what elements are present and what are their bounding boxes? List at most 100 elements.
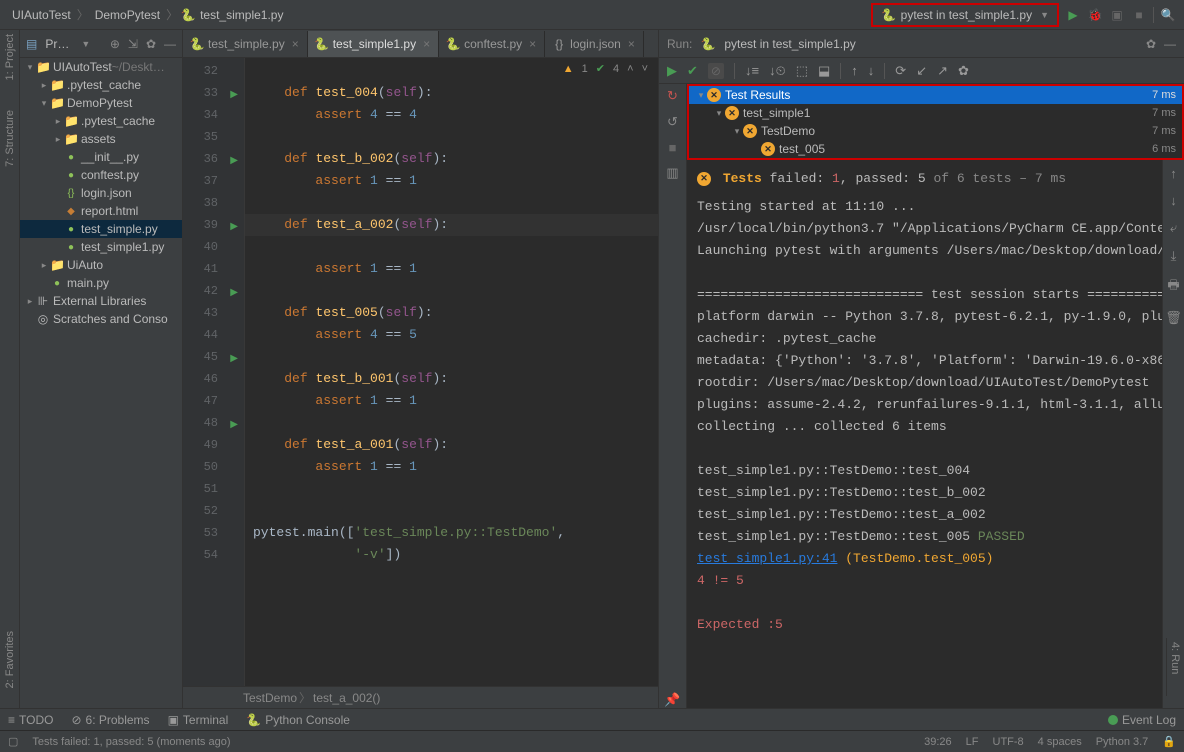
tree-row[interactable]: {}login.json xyxy=(20,184,182,202)
project-panel-title[interactable]: Pr… xyxy=(45,37,69,51)
breadcrumb-class[interactable]: TestDemo xyxy=(243,691,297,705)
editor-breadcrumbs[interactable]: TestDemo 〉 test_a_002() xyxy=(183,686,658,708)
prev-failed-icon[interactable]: ↑ xyxy=(851,63,858,78)
todo-tool-button[interactable]: ≡TODO xyxy=(8,713,53,727)
python-console-tool-button[interactable]: 🐍Python Console xyxy=(246,713,350,727)
terminal-tool-button[interactable]: ▣Terminal xyxy=(168,713,229,727)
test-results-tree[interactable]: ▾✕Test Results7 ms▾✕test_simple17 ms▾✕Te… xyxy=(687,84,1184,160)
tree-arrow-icon[interactable]: ▸ xyxy=(52,134,64,145)
test-tree-row[interactable]: ▾✕test_simple17 ms xyxy=(689,104,1182,122)
sort-by-duration-icon[interactable]: ↓⏲ xyxy=(769,63,786,79)
sort-alphabetically-icon[interactable]: ↓≡ xyxy=(745,63,759,78)
settings-icon[interactable]: ✿ xyxy=(146,37,156,51)
export-tests-icon[interactable]: ↗ xyxy=(937,63,948,79)
hide-icon[interactable]: — xyxy=(1164,37,1176,51)
editor-code[interactable]: def test_004(self): assert 4 == 4 def te… xyxy=(245,58,658,686)
pin-icon[interactable]: 📌 xyxy=(664,692,680,708)
run-with-coverage-button[interactable]: ▣ xyxy=(1109,7,1125,23)
event-log-button[interactable]: Event Log xyxy=(1108,713,1176,727)
scroll-to-end-icon[interactable]: ⤓ xyxy=(1171,248,1177,264)
close-icon[interactable]: × xyxy=(423,37,430,51)
tree-row[interactable]: ▾📁UIAutoTest ~/Deskt… xyxy=(20,58,182,76)
tree-row[interactable]: ●conftest.py xyxy=(20,166,182,184)
tree-arrow-icon[interactable]: ▾ xyxy=(38,98,50,109)
project-tool-tab[interactable]: 1: Project xyxy=(4,34,16,80)
run-configuration-selector[interactable]: 🐍 pytest in test_simple1.py ▼ xyxy=(871,3,1059,27)
soft-wrap-icon[interactable]: ⤶ xyxy=(1170,220,1177,236)
status-bar-icon[interactable]: ▢ xyxy=(8,735,18,748)
editor-tab[interactable]: 🐍conftest.py× xyxy=(439,31,545,57)
breadcrumb-file[interactable]: test_simple1.py xyxy=(196,8,287,22)
editor[interactable]: 3233▶343536▶373839▶404142▶434445▶464748▶… xyxy=(183,58,658,686)
problems-tool-button[interactable]: ⊘6: Problems xyxy=(71,713,149,727)
select-opened-file-icon[interactable]: ⊕ xyxy=(110,37,120,51)
editor-tab[interactable]: 🐍test_simple1.py× xyxy=(308,31,439,57)
stop-button[interactable]: ■ xyxy=(1131,7,1147,23)
breadcrumb-function[interactable]: test_a_002() xyxy=(313,691,380,705)
hide-icon[interactable]: — xyxy=(164,37,176,51)
inspections-widget[interactable]: ▲1 ✔4 ˄ ˅ xyxy=(563,62,648,75)
tree-row[interactable]: ▾📁DemoPytest xyxy=(20,94,182,112)
tree-row[interactable]: ▸📁UiAuto xyxy=(20,256,182,274)
tree-arrow-icon[interactable]: ▾ xyxy=(695,90,707,101)
tree-arrow-icon[interactable]: ▸ xyxy=(52,116,64,127)
close-icon[interactable]: × xyxy=(292,37,299,51)
close-icon[interactable]: × xyxy=(529,37,536,51)
settings-icon[interactable]: ✿ xyxy=(1146,37,1156,51)
indent-settings[interactable]: 4 spaces xyxy=(1038,736,1082,748)
clear-all-icon[interactable]: 🗑 xyxy=(1165,310,1182,326)
layout-icon[interactable]: ▥ xyxy=(666,165,678,181)
test-tree-row[interactable]: ▾✕TestDemo7 ms xyxy=(689,122,1182,140)
debug-button[interactable]: 🐞 xyxy=(1087,7,1103,23)
editor-tab[interactable]: {}login.json× xyxy=(545,31,644,57)
collapse-all-icon[interactable]: ⬓ xyxy=(818,63,830,79)
next-failed-icon[interactable]: ↓ xyxy=(868,63,875,78)
tree-row[interactable]: ◎Scratches and Conso xyxy=(20,310,182,328)
expand-all-icon[interactable]: ⇲ xyxy=(128,37,138,51)
scroll-down-icon[interactable]: ↓ xyxy=(1170,193,1177,208)
favorites-tool-tab[interactable]: 2: Favorites xyxy=(4,631,16,688)
test-history-icon[interactable]: ⟳ xyxy=(895,63,906,79)
tree-arrow-icon[interactable]: ▸ xyxy=(38,260,50,271)
breadcrumb-root[interactable]: UIAutoTest xyxy=(8,8,75,22)
run-button[interactable]: ▶ xyxy=(1065,7,1081,23)
tree-row[interactable]: ▸⊪External Libraries xyxy=(20,292,182,310)
tree-row[interactable]: ▸📁.pytest_cache xyxy=(20,112,182,130)
close-icon[interactable]: × xyxy=(628,37,635,51)
scroll-up-icon[interactable]: ↑ xyxy=(1170,166,1177,181)
project-tree[interactable]: ▾📁UIAutoTest ~/Deskt…▸📁.pytest_cache▾📁De… xyxy=(20,58,182,708)
test-tree-row[interactable]: ✕test_0056 ms xyxy=(689,140,1182,158)
test-tree-row[interactable]: ▾✕Test Results7 ms xyxy=(689,86,1182,104)
tree-row[interactable]: ▸📁assets xyxy=(20,130,182,148)
tree-arrow-icon[interactable]: ▾ xyxy=(24,62,36,73)
caret-position[interactable]: 39:26 xyxy=(924,736,952,748)
import-tests-icon[interactable]: ↙ xyxy=(916,63,927,79)
line-separator[interactable]: LF xyxy=(966,736,979,748)
file-encoding[interactable]: UTF-8 xyxy=(993,736,1024,748)
rerun-failed-icon[interactable]: ↻ xyxy=(667,88,678,104)
lock-icon[interactable]: 🔒 xyxy=(1162,735,1176,748)
tree-arrow-icon[interactable]: ▸ xyxy=(38,80,50,91)
test-settings-icon[interactable]: ✿ xyxy=(958,63,969,79)
run-console[interactable]: ✕ Tests failed: 1, passed: 5 of 6 tests … xyxy=(687,160,1162,708)
tree-row[interactable]: ●__init__.py xyxy=(20,148,182,166)
chevron-down-icon[interactable]: ▼ xyxy=(81,39,90,49)
search-everywhere-icon[interactable]: 🔍 xyxy=(1160,7,1176,23)
print-icon[interactable]: 🖶 xyxy=(1167,276,1179,298)
tree-row[interactable]: ▸📁.pytest_cache xyxy=(20,76,182,94)
expand-all-icon[interactable]: ⬚ xyxy=(796,63,808,79)
chevron-down-icon[interactable]: ˅ xyxy=(642,63,648,75)
tree-arrow-icon[interactable]: ▾ xyxy=(713,108,725,119)
stop-icon[interactable]: ■ xyxy=(669,140,677,155)
tree-arrow-icon[interactable]: ▸ xyxy=(24,296,36,307)
breadcrumb-item[interactable]: DemoPytest xyxy=(91,8,164,22)
editor-gutter[interactable]: 3233▶343536▶373839▶404142▶434445▶464748▶… xyxy=(183,58,245,686)
show-passed-toggle[interactable]: ✔ xyxy=(687,63,698,79)
editor-tab[interactable]: 🐍test_simple.py× xyxy=(183,31,308,57)
rerun-button[interactable]: ▶ xyxy=(667,63,677,79)
structure-tool-tab[interactable]: 7: Structure xyxy=(4,110,16,167)
chevron-up-icon[interactable]: ˄ xyxy=(627,63,633,75)
toggle-auto-test-icon[interactable]: ↺ xyxy=(667,114,678,130)
tree-arrow-icon[interactable]: ▾ xyxy=(731,126,743,137)
run-tool-tab[interactable]: 4: Run xyxy=(1167,638,1183,678)
